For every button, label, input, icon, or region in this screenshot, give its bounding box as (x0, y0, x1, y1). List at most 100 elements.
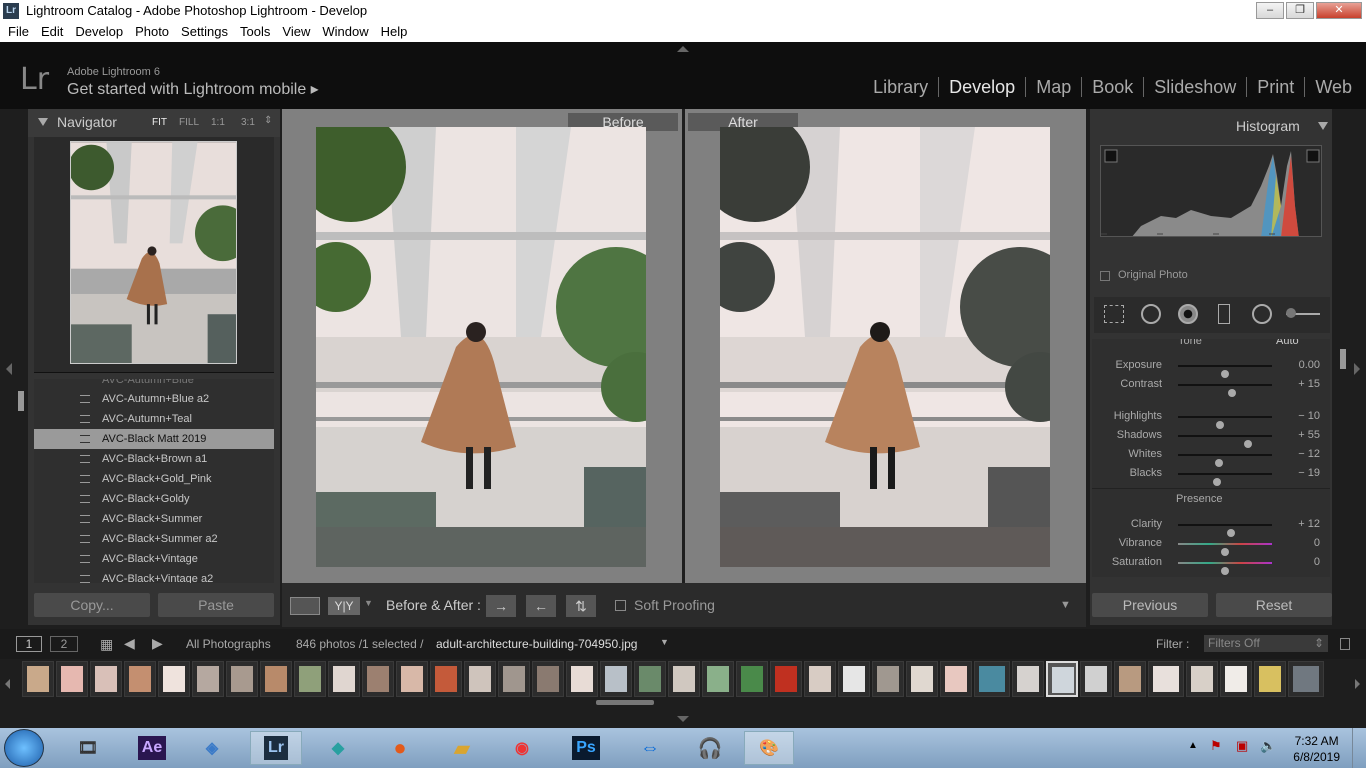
thumbnail[interactable] (736, 661, 768, 697)
camera-icon[interactable]: ◉ (502, 731, 542, 765)
slider-value[interactable]: + 12 (1298, 518, 1320, 530)
grid-icon[interactable]: ▦ (100, 636, 113, 653)
filename-label[interactable]: adult-architecture-building-704950.jpg (436, 637, 637, 651)
teamviewer-icon[interactable]: ⇔ (630, 731, 670, 765)
before-after-toggle[interactable]: Y|Y (328, 597, 360, 615)
thumbnail[interactable] (328, 661, 360, 697)
preset-item[interactable]: AVC-Black+Gold_Pink (34, 469, 274, 489)
loupe-view-icon[interactable] (290, 597, 320, 615)
slider-knob[interactable] (1221, 567, 1229, 575)
navigator-header[interactable]: Navigator FIT FILL 1:1 3:1 ⇕ (28, 109, 280, 137)
slider-value[interactable]: − 19 (1298, 467, 1320, 479)
collapse-left-icon[interactable] (6, 363, 12, 375)
zoom-3-1[interactable]: 3:1 (241, 117, 255, 128)
right-scrollbar[interactable] (1340, 349, 1346, 369)
thumbnail[interactable] (702, 661, 734, 697)
slider-shadows[interactable]: Shadows + 55 (1092, 426, 1330, 448)
audacity-icon[interactable]: 🎧 (690, 731, 730, 765)
filter-select[interactable]: Filters Off ⇕ (1204, 635, 1328, 652)
photoshop-icon[interactable]: Ps (572, 736, 600, 760)
thumbnail[interactable] (90, 661, 122, 697)
slider-track[interactable] (1178, 435, 1272, 448)
firefox-icon[interactable]: ● (380, 731, 420, 765)
thumbnail[interactable] (532, 661, 564, 697)
lightroom-taskbar-icon[interactable]: Lr (264, 736, 288, 760)
thumbnail[interactable] (1114, 661, 1146, 697)
paste-button[interactable]: Paste (158, 593, 274, 617)
slider-value[interactable]: 0 (1314, 537, 1320, 549)
slider-saturation[interactable]: Saturation 0 (1092, 553, 1330, 575)
menu-window[interactable]: Window (322, 22, 368, 42)
thumbnail[interactable] (362, 661, 394, 697)
slider-clarity[interactable]: Clarity + 12 (1092, 515, 1330, 537)
collapse-top-icon[interactable] (677, 46, 689, 52)
paint-icon[interactable]: 🎨 (744, 731, 794, 765)
zoom-fill[interactable]: FILL (179, 117, 199, 128)
module-map[interactable]: Map (1026, 77, 1083, 97)
folder-icon[interactable]: ▰ (442, 731, 482, 765)
thumbnail[interactable] (804, 661, 836, 697)
thumbnail[interactable] (974, 661, 1010, 697)
menu-edit[interactable]: Edit (41, 22, 63, 42)
menu-tools[interactable]: Tools (240, 22, 270, 42)
zoom-fit[interactable]: FIT (152, 117, 167, 128)
previous-button[interactable]: Previous (1092, 593, 1208, 617)
slider-track[interactable] (1178, 454, 1272, 467)
system-clock[interactable]: 7:32 AM 6/8/2019 (1293, 733, 1340, 765)
preset-item[interactable]: AVC-Black+Summer a2 (34, 529, 274, 549)
thumbnail[interactable] (1012, 661, 1044, 697)
slider-knob[interactable] (1212, 478, 1221, 486)
slider-highlights[interactable]: Highlights − 10 (1092, 407, 1330, 429)
red-eye-icon[interactable] (1178, 304, 1198, 324)
thumbnail[interactable] (1148, 661, 1184, 697)
zoom-stepper-icon[interactable]: ⇕ (264, 115, 272, 126)
menu-view[interactable]: View (282, 22, 310, 42)
module-book[interactable]: Book (1082, 77, 1145, 97)
triangle-down-icon[interactable] (1318, 122, 1328, 130)
slider-value[interactable]: + 15 (1298, 378, 1320, 390)
module-develop[interactable]: Develop (939, 77, 1027, 97)
forward-arrow-icon[interactable]: ▶ (152, 635, 163, 652)
preset-item[interactable]: AVC-Black+Goldy (34, 489, 274, 509)
slider-track[interactable] (1178, 543, 1272, 556)
zoom-1-1[interactable]: 1:1 (211, 117, 225, 128)
slider-track[interactable] (1178, 473, 1272, 486)
thumbnail[interactable] (906, 661, 938, 697)
preset-item-selected[interactable]: AVC-Black Matt 2019 (34, 429, 274, 449)
module-library[interactable]: Library (863, 77, 940, 97)
dropdown-icon[interactable]: ▼ (660, 637, 669, 647)
slider-value[interactable]: − 12 (1298, 448, 1320, 460)
after-effects-icon[interactable]: Ae (137, 736, 167, 760)
minimize-button[interactable]: – (1256, 2, 1284, 19)
filmstrip-scrollbar[interactable] (596, 700, 654, 705)
back-arrow-icon[interactable]: ◀ (124, 635, 135, 652)
slider-contrast[interactable]: Contrast + 15 (1092, 375, 1330, 397)
before-photo[interactable] (316, 127, 646, 567)
menu-settings[interactable]: Settings (181, 22, 228, 42)
thumbnail[interactable] (192, 661, 224, 697)
slider-knob[interactable] (1227, 389, 1236, 397)
left-scrollbar[interactable] (18, 391, 24, 411)
thumbnail[interactable] (770, 661, 802, 697)
window-2-button[interactable]: 2 (50, 636, 78, 652)
thumbnail[interactable] (260, 661, 292, 697)
thumbnail[interactable] (430, 661, 462, 697)
menu-help[interactable]: Help (381, 22, 408, 42)
preset-partial[interactable]: AVC-Autumn+Blue (34, 379, 274, 389)
original-photo-checkbox[interactable] (1100, 271, 1110, 281)
after-photo[interactable] (720, 127, 1050, 567)
tray-expand-icon[interactable]: ▲ (1188, 740, 1198, 751)
crop-tool-icon[interactable] (1104, 305, 1124, 323)
slider-track[interactable] (1178, 365, 1272, 378)
start-button[interactable] (4, 729, 44, 767)
bluestack-icon[interactable]: ◈ (192, 731, 232, 765)
slider-whites[interactable]: Whites − 12 (1092, 445, 1330, 467)
soft-proofing-checkbox[interactable] (615, 600, 626, 611)
slider-value[interactable]: 0 (1314, 556, 1320, 568)
thumbnail[interactable] (566, 661, 598, 697)
show-desktop-button[interactable] (1352, 728, 1366, 768)
copy-button[interactable]: Copy... (34, 593, 150, 617)
thumbnail[interactable] (56, 661, 88, 697)
film-icon[interactable]: 🎞 (68, 731, 108, 765)
thumbnail[interactable] (396, 661, 428, 697)
